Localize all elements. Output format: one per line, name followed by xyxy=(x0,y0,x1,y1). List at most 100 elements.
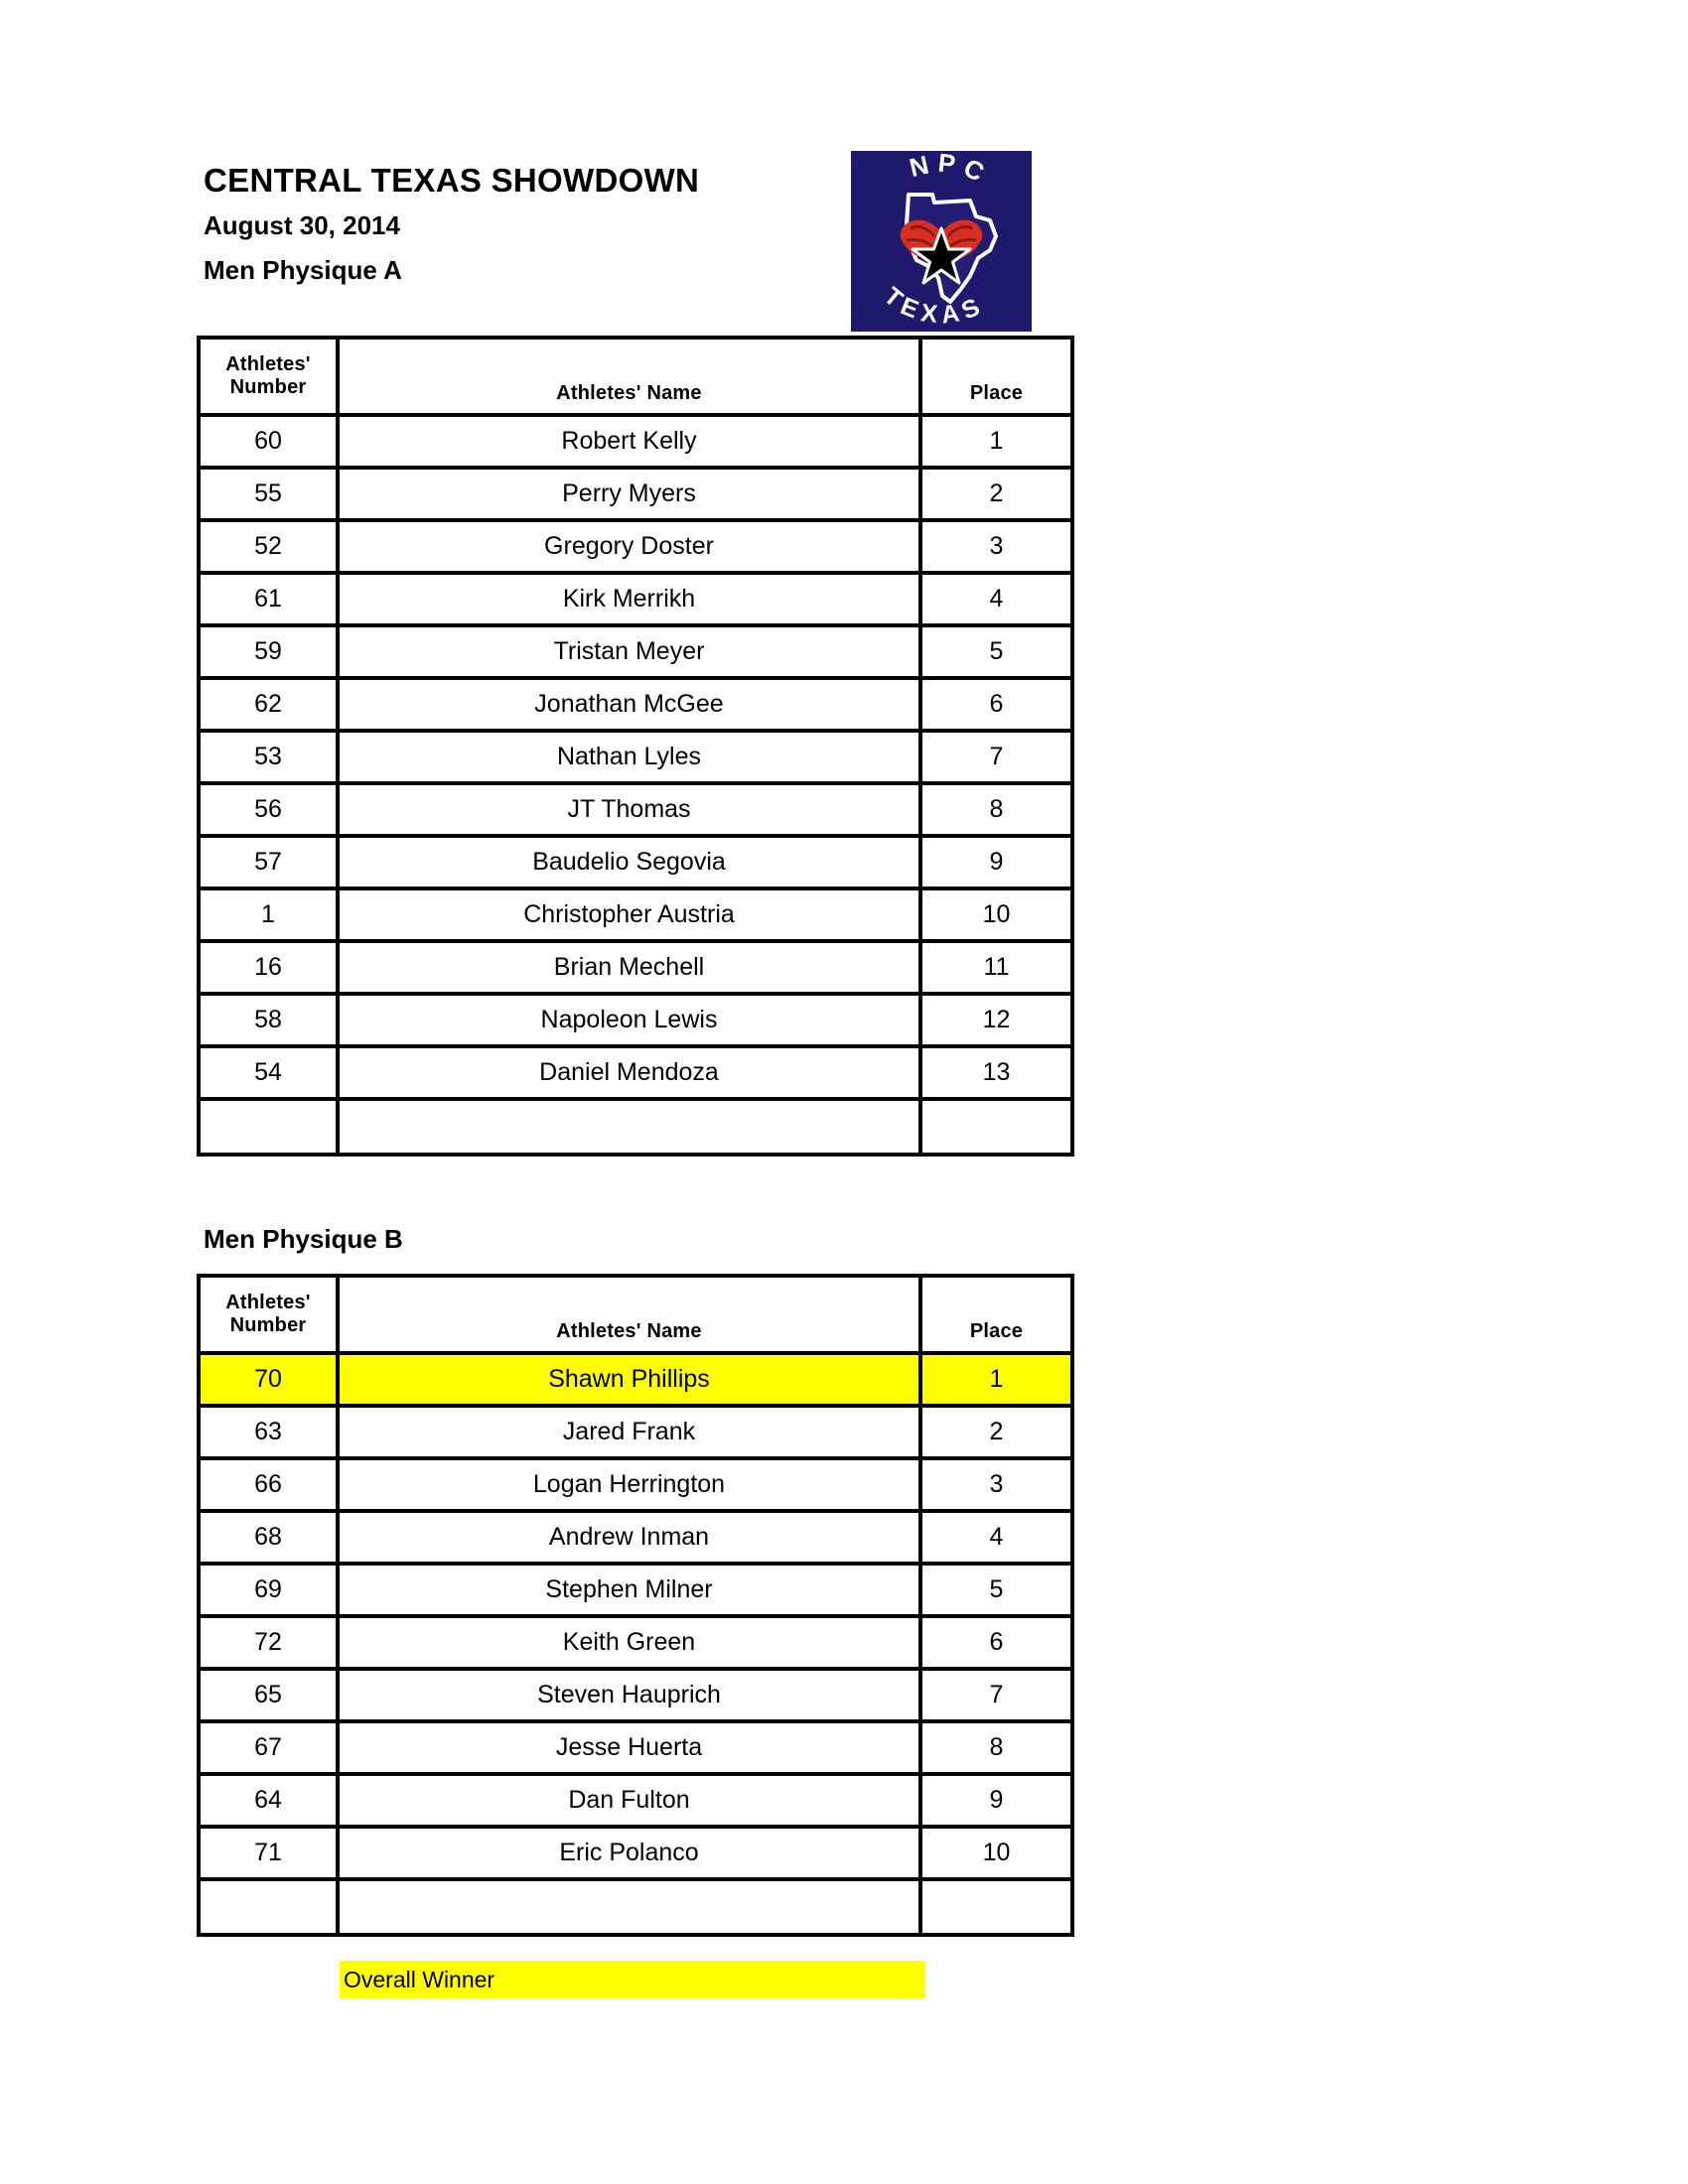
cell-athlete-number: 16 xyxy=(197,939,340,996)
cell-athlete-name: Brian Mechell xyxy=(336,939,922,996)
cell-place: 13 xyxy=(918,1044,1074,1101)
cell-athlete-name: Christopher Austria xyxy=(336,887,922,943)
table-row: 62 Jonathan McGee 6 xyxy=(197,676,1074,733)
cell-athlete-name: Keith Green xyxy=(336,1614,922,1671)
table-row: 66 Logan Herrington 3 xyxy=(197,1456,1074,1513)
table-row: 56 JT Thomas 8 xyxy=(197,781,1074,838)
cell-athlete-number: 58 xyxy=(197,992,340,1048)
table-row: 68 Andrew Inman 4 xyxy=(197,1509,1074,1566)
table-row: 58 Napoleon Lewis 12 xyxy=(197,992,1074,1048)
cell-athlete-number: 62 xyxy=(197,676,340,733)
cell-athlete-number: 72 xyxy=(197,1614,340,1671)
cell-athlete-name xyxy=(336,1097,922,1157)
cell-athlete-number: 57 xyxy=(197,834,340,890)
table-row xyxy=(197,1877,1074,1937)
cell-athlete-name: Kirk Merrikh xyxy=(336,571,922,627)
document-header: CENTRAL TEXAS SHOWDOWN August 30, 2014 M… xyxy=(204,164,859,283)
cell-place: 9 xyxy=(918,834,1074,890)
cell-athlete-number: 59 xyxy=(197,623,340,680)
npc-texas-logo-icon: NPC TEXAS xyxy=(851,151,1032,332)
cell-athlete-number: 68 xyxy=(197,1509,340,1566)
cell-athlete-name: Gregory Doster xyxy=(336,518,922,575)
cell-athlete-number: 64 xyxy=(197,1772,340,1829)
cell-athlete-number: 52 xyxy=(197,518,340,575)
cell-place: 4 xyxy=(918,571,1074,627)
results-table-men-physique-b: Athletes' Number Athletes' Name Place 70… xyxy=(197,1274,1074,1937)
cell-athlete-number: 66 xyxy=(197,1456,340,1513)
cell-place: 6 xyxy=(918,1614,1074,1671)
cell-athlete-number: 53 xyxy=(197,729,340,785)
table-b-header: Athletes' Number Athletes' Name Place xyxy=(197,1274,1074,1355)
table-row: 61 Kirk Merrikh 4 xyxy=(197,571,1074,627)
table-b-body: 70 Shawn Phillips 1 63 Jared Frank 2 66 Logan H… xyxy=(197,1351,1074,1937)
table-row: 1 Christopher Austria 10 xyxy=(197,887,1074,943)
table-header-row: Athletes' Number Athletes' Name Place xyxy=(197,1274,1074,1355)
column-header-place: Place xyxy=(918,336,1074,417)
column-header-place: Place xyxy=(918,1274,1074,1355)
cell-athlete-name: Nathan Lyles xyxy=(336,729,922,785)
cell-place: 3 xyxy=(918,518,1074,575)
cell-place: 10 xyxy=(918,887,1074,943)
column-header-athlete-name: Athletes' Name xyxy=(336,336,922,417)
page-title: CENTRAL TEXAS SHOWDOWN xyxy=(204,162,700,199)
event-date: August 30, 2014 xyxy=(204,210,400,240)
cell-athlete-name: Steven Hauprich xyxy=(336,1667,922,1723)
cell-place: 3 xyxy=(918,1456,1074,1513)
table-row: 64 Dan Fulton 9 xyxy=(197,1772,1074,1829)
table-a-body: 60 Robert Kelly 1 55 Perry Myers 2 52 Gregory D… xyxy=(197,413,1074,1157)
cell-place: 8 xyxy=(918,781,1074,838)
cell-place: 5 xyxy=(918,1562,1074,1618)
cell-athlete-name: Napoleon Lewis xyxy=(336,992,922,1048)
column-header-athlete-name: Athletes' Name xyxy=(336,1274,922,1355)
cell-athlete-number: 54 xyxy=(197,1044,340,1101)
cell-place: 8 xyxy=(918,1719,1074,1776)
cell-athlete-number: 67 xyxy=(197,1719,340,1776)
table-row: 63 Jared Frank 2 xyxy=(197,1404,1074,1460)
cell-place: 1 xyxy=(918,413,1074,470)
class-a-heading: Men Physique A xyxy=(204,255,402,285)
table-row: 71 Eric Polanco 10 xyxy=(197,1825,1074,1881)
table-row: 59 Tristan Meyer 5 xyxy=(197,623,1074,680)
cell-athlete-number xyxy=(197,1877,340,1937)
table-row: 65 Steven Hauprich 7 xyxy=(197,1667,1074,1723)
table-row: 57 Baudelio Segovia 9 xyxy=(197,834,1074,890)
cell-place: 2 xyxy=(918,1404,1074,1460)
cell-athlete-number xyxy=(197,1097,340,1157)
cell-athlete-name: Dan Fulton xyxy=(336,1772,922,1829)
npc-texas-logo: NPC TEXAS xyxy=(851,151,1032,332)
cell-athlete-number: 1 xyxy=(197,887,340,943)
cell-athlete-name: Perry Myers xyxy=(336,466,922,522)
cell-place xyxy=(918,1097,1074,1157)
cell-athlete-number: 56 xyxy=(197,781,340,838)
cell-athlete-name: Baudelio Segovia xyxy=(336,834,922,890)
cell-athlete-number: 65 xyxy=(197,1667,340,1723)
table-row: 16 Brian Mechell 11 xyxy=(197,939,1074,996)
cell-place: 7 xyxy=(918,1667,1074,1723)
cell-athlete-name: Eric Polanco xyxy=(336,1825,922,1881)
cell-athlete-number: 60 xyxy=(197,413,340,470)
cell-place: 12 xyxy=(918,992,1074,1048)
table-row: 52 Gregory Doster 3 xyxy=(197,518,1074,575)
table-row: 67 Jesse Huerta 8 xyxy=(197,1719,1074,1776)
cell-athlete-name: Robert Kelly xyxy=(336,413,922,470)
cell-athlete-name: Shawn Phillips xyxy=(336,1351,922,1408)
cell-athlete-number: 55 xyxy=(197,466,340,522)
cell-place: 2 xyxy=(918,466,1074,522)
cell-athlete-number: 63 xyxy=(197,1404,340,1460)
cell-place: 11 xyxy=(918,939,1074,996)
class-b-heading: Men Physique B xyxy=(204,1224,403,1254)
cell-athlete-name: Stephen Milner xyxy=(336,1562,922,1618)
table-row: 53 Nathan Lyles 7 xyxy=(197,729,1074,785)
cell-athlete-name: Tristan Meyer xyxy=(336,623,922,680)
cell-athlete-name: Logan Herrington xyxy=(336,1456,922,1513)
table-a-header: Athletes' Number Athletes' Name Place xyxy=(197,336,1074,417)
cell-athlete-name: Jared Frank xyxy=(336,1404,922,1460)
cell-athlete-number: 69 xyxy=(197,1562,340,1618)
table-row: 69 Stephen Milner 5 xyxy=(197,1562,1074,1618)
table-header-row: Athletes' Number Athletes' Name Place xyxy=(197,336,1074,417)
cell-athlete-name: JT Thomas xyxy=(336,781,922,838)
cell-athlete-name xyxy=(336,1877,922,1937)
cell-place: 1 xyxy=(918,1351,1074,1408)
cell-athlete-number: 71 xyxy=(197,1825,340,1881)
cell-athlete-number: 61 xyxy=(197,571,340,627)
